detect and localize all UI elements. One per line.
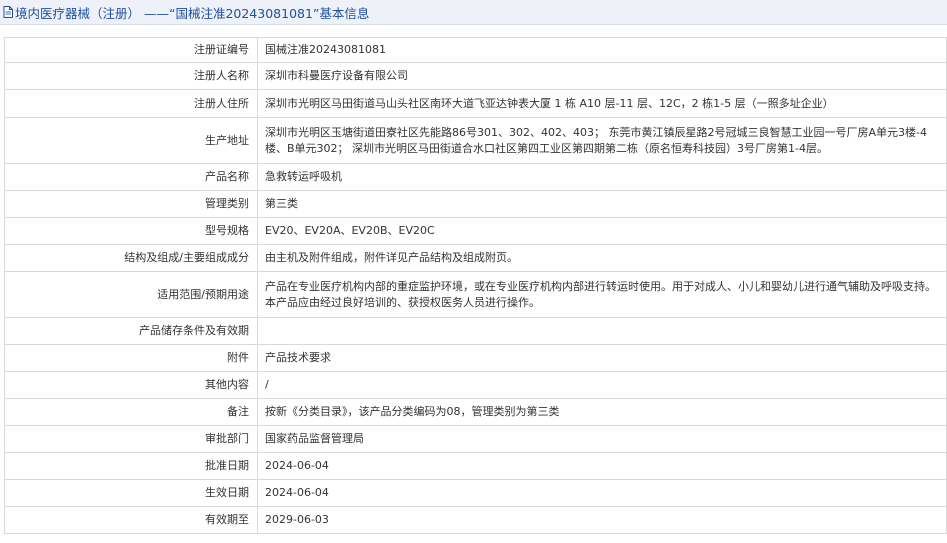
row-value: 按新《分类目录》，该产品分类编码为08，管理类别为第三类 (257, 398, 947, 426)
row-label: 产品储存条件及有效期 (4, 317, 258, 345)
row-label: 生效日期 (4, 479, 258, 507)
row-label: 产品名称 (4, 163, 258, 191)
row-label: 备注 (4, 398, 258, 426)
page-header: 境内医疗器械（注册） ——“国械注准20243081081”基本信息 (0, 0, 947, 25)
page-title: 境内医疗器械（注册） ——“国械注准20243081081”基本信息 (15, 5, 370, 21)
row-label: 审批部门 (4, 425, 258, 453)
table-row: 产品名称 急救转运呼吸机 (4, 163, 947, 191)
row-value: 国械注准20243081081 (257, 37, 947, 63)
table-row: 型号规格 EV20、EV20A、EV20B、EV20C (4, 217, 947, 245)
row-value: 第三类 (257, 190, 947, 218)
row-label: 其他内容 (4, 371, 258, 399)
table-row: 注册证编号 国械注准20243081081 (4, 37, 947, 63)
table-row: 产品储存条件及有效期 (4, 317, 947, 345)
table-row: 注册人名称 深圳市科曼医疗设备有限公司 (4, 62, 947, 90)
row-label: 结构及组成/主要组成成分 (4, 244, 258, 272)
row-label: 型号规格 (4, 217, 258, 245)
document-icon (3, 6, 13, 18)
table-row: 有效期至 2029-06-03 (4, 506, 947, 534)
table-row: 结构及组成/主要组成成分 由主机及附件组成，附件详见产品结构及组成附页。 (4, 244, 947, 272)
row-value: 急救转运呼吸机 (257, 163, 947, 191)
table-row: 备注 按新《分类目录》，该产品分类编码为08，管理类别为第三类 (4, 398, 947, 426)
table-row: 生产地址 深圳市光明区玉塘街道田寮社区先能路86号301、302、402、403… (4, 117, 947, 164)
row-label: 注册人名称 (4, 62, 258, 90)
row-value: 产品在专业医疗机构内部的重症监护环境，或在专业医疗机构内部进行转运时使用。用于对… (257, 271, 947, 318)
table-row: 批准日期 2024-06-04 (4, 452, 947, 480)
row-value: / (257, 371, 947, 399)
table-row: 附件 产品技术要求 (4, 344, 947, 372)
row-label: 批准日期 (4, 452, 258, 480)
row-value: 2024-06-04 (257, 452, 947, 480)
row-label: 适用范围/预期用途 (4, 271, 258, 318)
row-value: EV20、EV20A、EV20B、EV20C (257, 217, 947, 245)
table-row: 审批部门 国家药品监督管理局 (4, 425, 947, 453)
row-value: 深圳市光明区玉塘街道田寮社区先能路86号301、302、402、403； 东莞市… (257, 117, 947, 164)
row-value: 由主机及附件组成，附件详见产品结构及组成附页。 (257, 244, 947, 272)
registration-info-table-wrap: 注册证编号 国械注准20243081081 注册人名称 深圳市科曼医疗设备有限公… (4, 37, 947, 534)
row-value: 2024-06-04 (257, 479, 947, 507)
row-label: 管理类别 (4, 190, 258, 218)
row-value: 国家药品监督管理局 (257, 425, 947, 453)
row-label: 生产地址 (4, 117, 258, 164)
row-label: 注册人住所 (4, 89, 258, 118)
row-label: 附件 (4, 344, 258, 372)
row-value (257, 317, 947, 345)
row-label: 注册证编号 (4, 37, 258, 63)
row-value: 深圳市光明区马田街道马山头社区南环大道飞亚达钟表大厦 1 栋 A10 层-11 … (257, 89, 947, 118)
table-row: 管理类别 第三类 (4, 190, 947, 218)
table-row: 生效日期 2024-06-04 (4, 479, 947, 507)
row-value: 2029-06-03 (257, 506, 947, 534)
row-label: 有效期至 (4, 506, 258, 534)
registration-info-table: 注册证编号 国械注准20243081081 注册人名称 深圳市科曼医疗设备有限公… (4, 37, 947, 534)
table-row: 其他内容 / (4, 371, 947, 399)
row-value: 深圳市科曼医疗设备有限公司 (257, 62, 947, 90)
row-value: 产品技术要求 (257, 344, 947, 372)
table-row: 适用范围/预期用途 产品在专业医疗机构内部的重症监护环境，或在专业医疗机构内部进… (4, 271, 947, 318)
table-row: 注册人住所 深圳市光明区马田街道马山头社区南环大道飞亚达钟表大厦 1 栋 A10… (4, 89, 947, 118)
